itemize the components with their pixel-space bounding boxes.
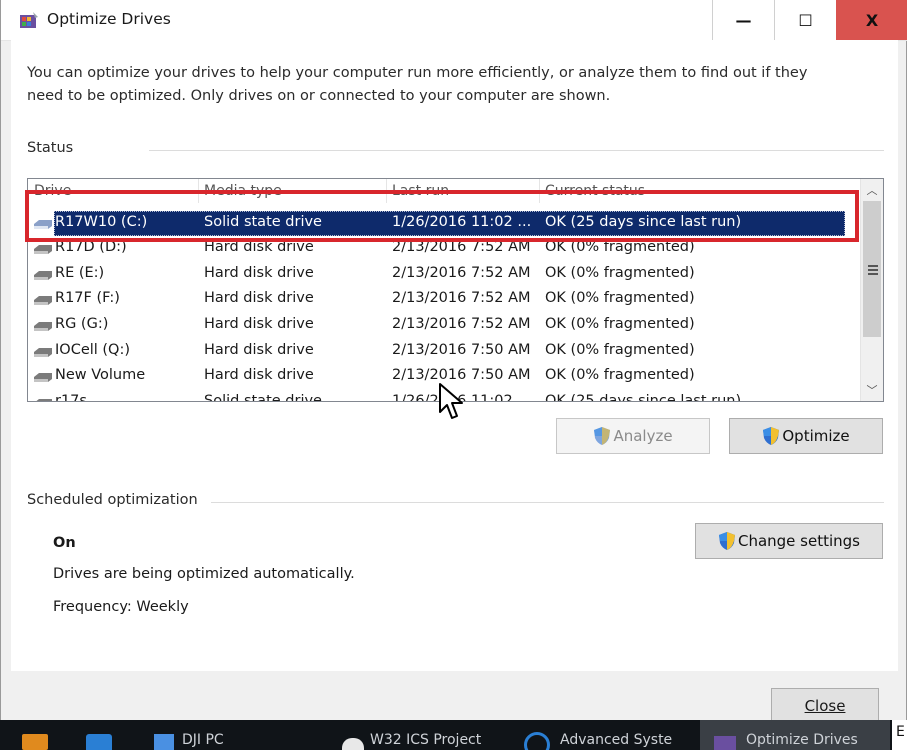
drive-icon (34, 373, 52, 382)
change-settings-button[interactable]: Change settings (695, 523, 883, 559)
drive-name: RE (E:) (55, 265, 105, 281)
close-label: Close (804, 697, 846, 715)
current-status: OK (0% fragmented) (545, 290, 695, 306)
dialog-footer (11, 671, 898, 720)
current-status: OK (0% fragmented) (545, 316, 695, 332)
taskbar-label: Optimize Drives (746, 732, 858, 748)
mouse-pointer-icon (439, 383, 463, 419)
drive-icon (34, 271, 52, 280)
close-window-button[interactable]: X (836, 0, 907, 40)
schedule-state: On (53, 535, 76, 551)
optimize-drives-app-icon (20, 12, 38, 28)
chevron-down-icon: ﹀ (866, 384, 878, 397)
drive-row[interactable]: IOCell (Q:) Hard disk drive 2/13/2016 7:… (28, 339, 860, 364)
optimize-drives-window: Optimize Drives — ☐ X You can optimize y… (0, 0, 907, 724)
drive-row[interactable]: RE (E:) Hard disk drive 2/13/2016 7:52 A… (28, 262, 860, 287)
status-divider (149, 150, 884, 151)
title-bar[interactable]: Optimize Drives — ☐ X (1, 0, 907, 41)
drives-list-scrollbar[interactable]: ︿ ﹀ (860, 179, 883, 401)
media-type: Hard disk drive (204, 342, 314, 358)
drive-name: RG (G:) (55, 316, 109, 332)
dji-icon (22, 734, 48, 750)
drive-row[interactable]: RG (G:) Hard disk drive 2/13/2016 7:52 A… (28, 313, 860, 338)
chevron-up-icon: ︿ (866, 184, 878, 197)
minimize-button[interactable]: — (712, 0, 774, 40)
drive-name: IOCell (Q:) (55, 342, 131, 358)
window-title: Optimize Drives (47, 10, 171, 28)
drive-row[interactable]: R17F (F:) Hard disk drive 2/13/2016 7:52… (28, 287, 860, 312)
minimize-icon: — (735, 10, 752, 30)
drive-icon (34, 245, 52, 254)
close-icon: X (865, 10, 879, 30)
current-status: OK (0% fragmented) (545, 265, 695, 281)
maximize-button[interactable]: ☐ (774, 0, 836, 40)
analyze-button[interactable]: Analyze (556, 418, 710, 454)
scheduled-divider (211, 502, 884, 503)
media-type: Hard disk drive (204, 290, 314, 306)
taskbar-overflow[interactable]: E (892, 720, 907, 750)
current-status: OK (0% fragmented) (545, 342, 695, 358)
current-status: OK (25 days since last run) (545, 393, 742, 402)
schedule-description: Drives are being optimized automatically… (53, 566, 355, 582)
dialog-content: You can optimize your drives to help you… (11, 40, 898, 724)
window-icon (342, 738, 364, 750)
media-type: Hard disk drive (204, 316, 314, 332)
last-run: 2/13/2016 7:50 AM (392, 342, 531, 358)
close-button[interactable]: Close (771, 688, 879, 724)
advanced-system-icon (524, 732, 550, 750)
last-run: 2/13/2016 7:52 AM (392, 265, 531, 281)
grip-icon (868, 265, 878, 277)
uac-shield-icon (718, 532, 735, 550)
schedule-frequency: Frequency: Weekly (53, 599, 189, 615)
scheduled-section-label: Scheduled optimization (27, 492, 198, 508)
drive-icon (36, 399, 52, 401)
taskbar-item-w32-ics[interactable]: W32 ICS Project (338, 720, 498, 750)
uac-shield-icon (594, 427, 611, 445)
media-type: Hard disk drive (204, 367, 314, 383)
app-store-icon (86, 734, 112, 750)
drive-name: r17s (55, 393, 87, 402)
taskbar-item-advanced-system[interactable]: Advanced Syste (522, 720, 692, 750)
maximize-icon: ☐ (798, 10, 813, 30)
media-type: Hard disk drive (204, 265, 314, 281)
annotation-highlight-box (25, 190, 859, 242)
last-run: 2/13/2016 7:52 AM (392, 316, 531, 332)
drive-name: R17F (F:) (55, 290, 120, 306)
drive-name: New Volume (55, 367, 146, 383)
taskbar: DJI PC W32 ICS Project Advanced Syste Op… (0, 720, 907, 750)
optimize-button[interactable]: Optimize (729, 418, 883, 454)
last-run: 2/13/2016 7:52 AM (392, 290, 531, 306)
optimize-drives-icon (714, 736, 736, 750)
taskbar-app-icon[interactable] (82, 720, 118, 750)
taskbar-app-icon[interactable] (18, 720, 54, 750)
optimize-label: Optimize (782, 427, 850, 445)
taskbar-item-optimize-drives[interactable]: Optimize Drives (700, 720, 890, 750)
taskbar-overflow-label: E (896, 724, 905, 740)
status-section-label: Status (27, 140, 74, 156)
drive-icon (34, 322, 52, 331)
scroll-down-button[interactable]: ﹀ (861, 379, 883, 401)
uac-shield-icon (763, 427, 780, 445)
taskbar-label: W32 ICS Project (370, 732, 482, 748)
media-type: Solid state drive (204, 393, 322, 402)
intro-text: You can optimize your drives to help you… (27, 65, 808, 104)
taskbar-item-dji-pc[interactable]: DJI PC (150, 720, 310, 750)
folder-icon (154, 734, 174, 750)
drive-icon (34, 348, 52, 357)
taskbar-label: DJI PC (182, 732, 224, 748)
scroll-up-button[interactable]: ︿ (861, 179, 883, 201)
drive-icon (34, 296, 52, 305)
change-settings-label: Change settings (737, 532, 860, 550)
current-status: OK (0% fragmented) (545, 367, 695, 383)
last-run: 2/13/2016 7:50 AM (392, 367, 531, 383)
scrollbar-thumb[interactable] (863, 201, 881, 337)
analyze-label: Analyze (613, 427, 673, 445)
taskbar-label: Advanced Syste (560, 732, 673, 748)
